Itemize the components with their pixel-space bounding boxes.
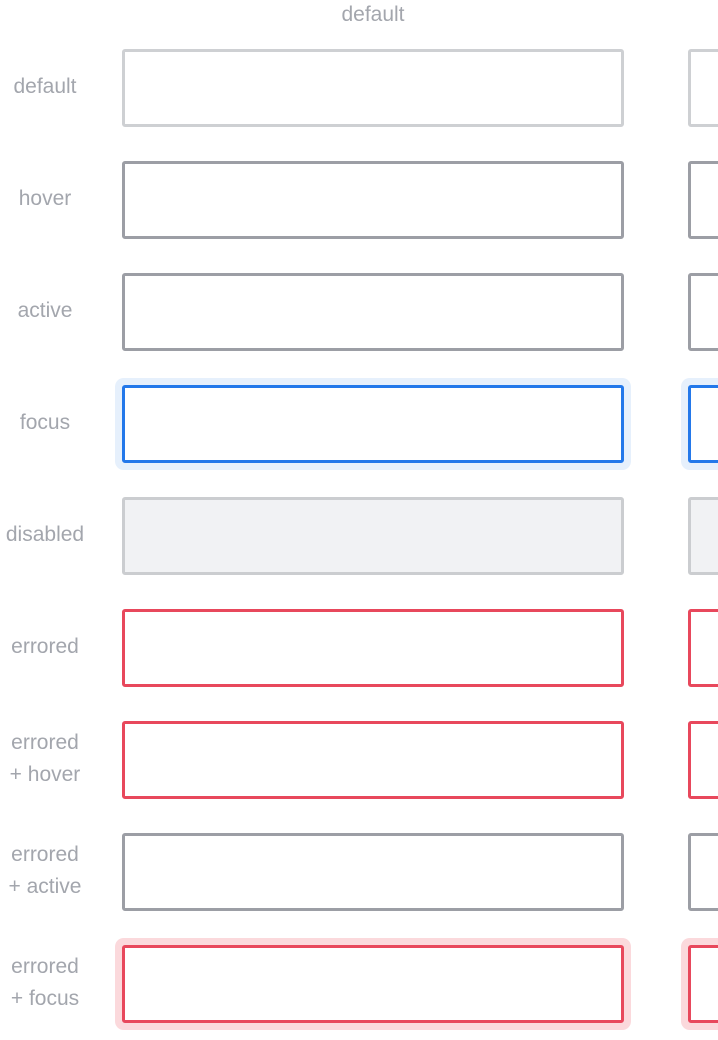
text-input-errored-focus[interactable] <box>122 945 624 1023</box>
text-input-hover[interactable] <box>122 161 624 239</box>
row-label-line: disabled <box>5 523 85 546</box>
row-label-line: errored <box>11 843 79 866</box>
text-input-errored[interactable] <box>122 609 624 687</box>
text-input-disabled-secondary <box>688 497 718 575</box>
text-input-errored-hover[interactable] <box>122 721 624 799</box>
row-label-focus: focus <box>0 407 90 439</box>
row-label-disabled: disabled <box>0 519 90 551</box>
text-input-disabled <box>122 497 624 575</box>
text-input-default-secondary[interactable] <box>688 49 718 127</box>
row-label-line: + hover <box>9 763 81 786</box>
row-label-line: hover <box>18 187 72 210</box>
text-input-focus[interactable] <box>122 385 624 463</box>
text-input-default[interactable] <box>122 49 624 127</box>
row-label-line: default <box>13 75 77 98</box>
row-label-errored-focus: errored + focus <box>0 951 90 1015</box>
row-label-errored-active: errored + active <box>0 839 90 903</box>
text-input-active-secondary[interactable] <box>688 273 718 351</box>
row-label-active: active <box>0 295 90 327</box>
row-label-default: default <box>0 71 90 103</box>
row-label-line: focus <box>19 411 71 434</box>
text-input-hover-secondary[interactable] <box>688 161 718 239</box>
row-label-errored-hover: errored + hover <box>0 727 90 791</box>
text-input-errored-secondary[interactable] <box>688 609 718 687</box>
row-label-line: errored <box>11 731 79 754</box>
text-input-active[interactable] <box>122 273 624 351</box>
row-label-line: + active <box>8 875 82 898</box>
column-header-default: default <box>341 3 405 26</box>
text-input-focus-secondary[interactable] <box>688 385 718 463</box>
row-label-line: errored <box>11 635 79 658</box>
row-label-line: + focus <box>10 987 80 1010</box>
row-label-line: active <box>17 299 73 322</box>
text-input-errored-active-secondary[interactable] <box>688 833 718 911</box>
row-label-errored: errored <box>0 631 90 663</box>
row-label-hover: hover <box>0 183 90 215</box>
row-label-line: errored <box>11 955 79 978</box>
text-input-errored-hover-secondary[interactable] <box>688 721 718 799</box>
text-input-errored-focus-secondary[interactable] <box>688 945 718 1023</box>
text-input-errored-active[interactable] <box>122 833 624 911</box>
